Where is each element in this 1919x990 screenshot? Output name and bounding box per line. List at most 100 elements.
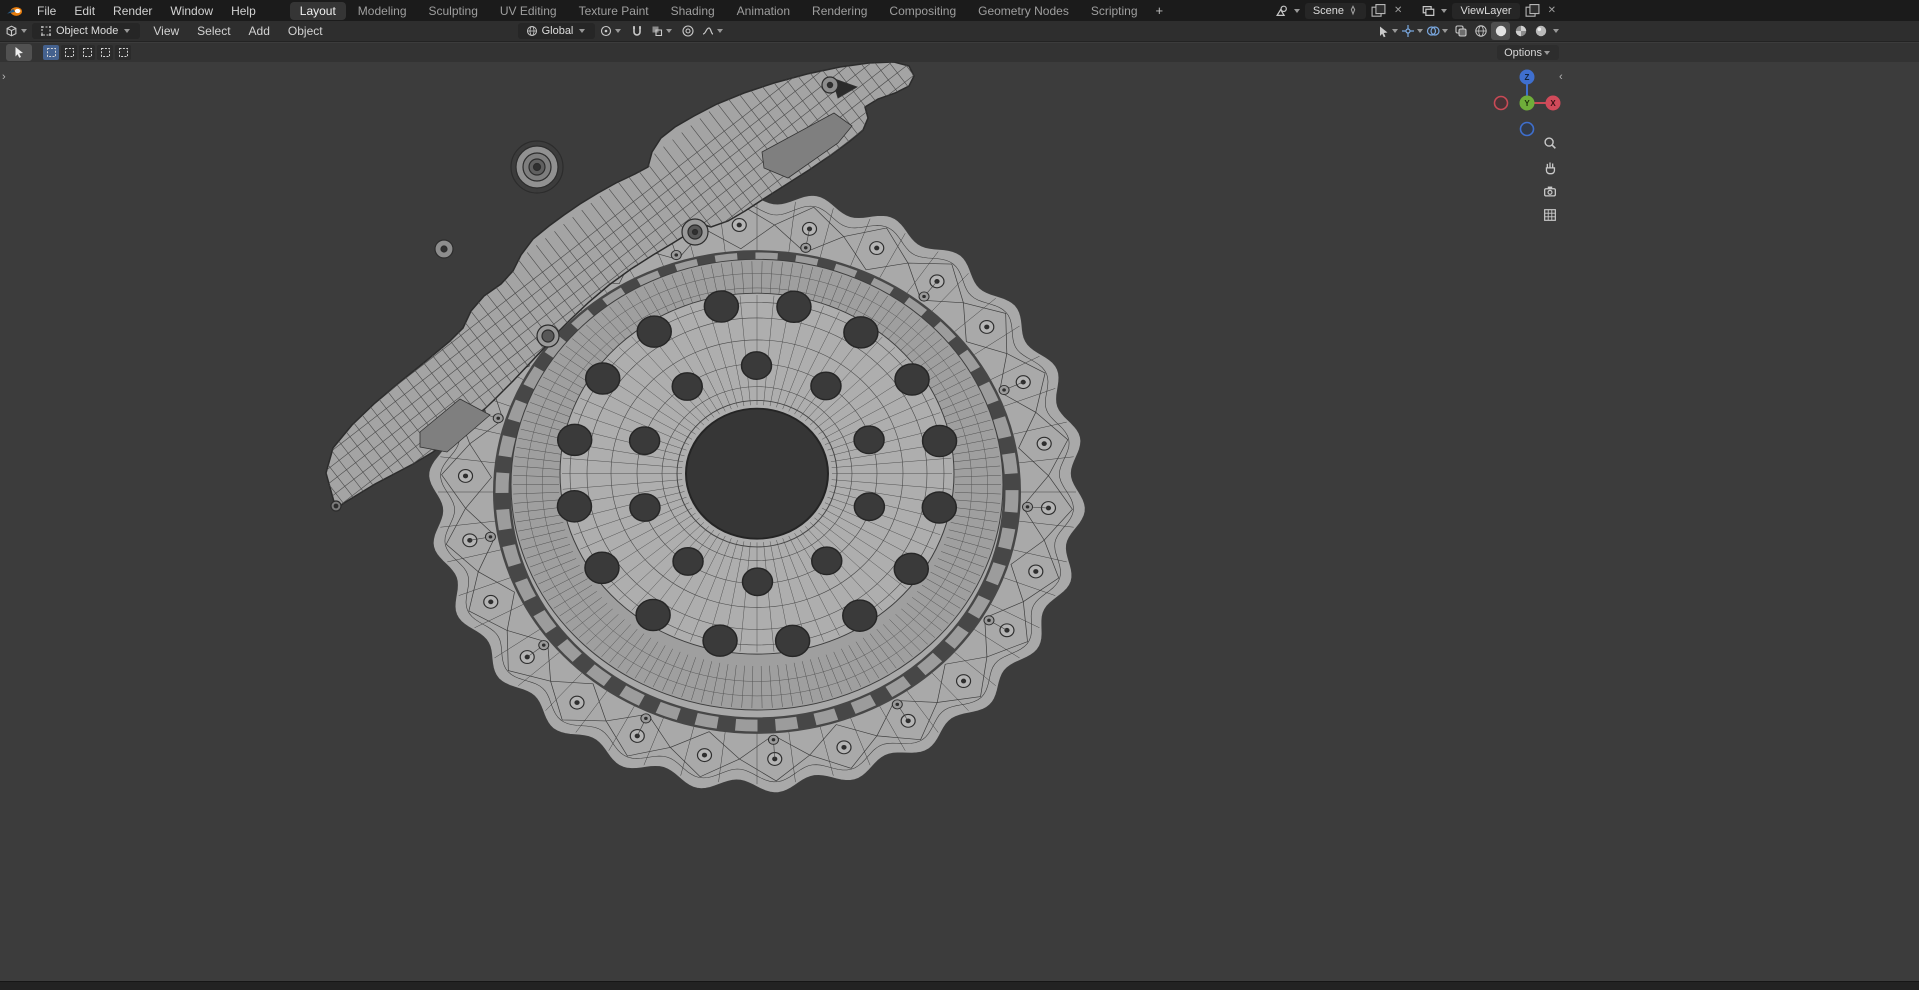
pin-icon[interactable] xyxy=(1348,5,1358,16)
pivot-point-icon xyxy=(599,24,613,38)
zoom-icon xyxy=(1542,135,1558,151)
tool-settings-bar: Options xyxy=(0,43,1919,62)
proportional-falloff-button[interactable] xyxy=(701,22,725,40)
solid-shading-icon xyxy=(1495,25,1506,37)
proportional-editing-toggle[interactable] xyxy=(678,22,697,40)
rendered-shading-icon xyxy=(1535,25,1546,37)
workspace-tab-sculpting[interactable]: Sculpting xyxy=(419,2,488,20)
orthographic-toggle-button[interactable] xyxy=(1538,204,1562,226)
gizmo-icon xyxy=(1401,24,1415,38)
menu-render[interactable]: Render xyxy=(104,1,161,21)
viewport-menu-add[interactable]: Add xyxy=(240,21,279,41)
select-mode-extend-button[interactable] xyxy=(61,45,77,60)
workspace-tab-geometry-nodes[interactable]: Geometry Nodes xyxy=(968,2,1079,20)
viewport-editor-icon xyxy=(4,24,19,38)
pivot-point-button[interactable] xyxy=(599,22,623,40)
select-box-icon xyxy=(64,47,75,58)
chevron-down-icon xyxy=(615,29,622,33)
snap-target-icon xyxy=(652,26,664,38)
viewlayer-icon[interactable] xyxy=(1421,4,1436,18)
chevron-down-icon xyxy=(579,29,586,33)
wireframe-shading-icon xyxy=(1474,24,1488,38)
workspace-tab-scripting[interactable]: Scripting xyxy=(1081,2,1148,20)
xray-icon xyxy=(1454,24,1468,38)
select-box-icon xyxy=(82,47,93,58)
viewlayer-name: ViewLayer xyxy=(1460,4,1512,17)
hand-icon xyxy=(1542,159,1558,175)
chevron-down-icon xyxy=(717,29,724,33)
status-bar xyxy=(0,981,1919,990)
shading-rendered-button[interactable] xyxy=(1531,22,1550,40)
xray-toggle[interactable] xyxy=(1451,22,1470,40)
select-mode-subtract-button[interactable] xyxy=(79,45,95,60)
menu-help[interactable]: Help xyxy=(222,1,265,21)
transform-orientation-selector[interactable]: Global xyxy=(517,23,596,39)
3d-viewport[interactable]: › ‹ Z X Y xyxy=(0,62,1919,981)
unlink-scene-button[interactable]: ✕ xyxy=(1391,5,1405,16)
snap-transform-cluster: Global xyxy=(517,22,726,40)
workspace-tab-layout[interactable]: Layout xyxy=(289,1,346,20)
scene-name: Scene xyxy=(1312,4,1345,17)
menu-window[interactable]: Window xyxy=(161,1,222,21)
chevron-down-icon xyxy=(1392,29,1398,33)
magnet-icon xyxy=(630,24,644,38)
chevron-down-icon[interactable] xyxy=(1293,8,1300,13)
pan-button[interactable] xyxy=(1538,156,1562,178)
new-scene-icon[interactable] xyxy=(1369,2,1388,20)
snap-toggle-button[interactable] xyxy=(627,22,646,40)
gizmo-axis-x-neg[interactable] xyxy=(1493,95,1509,111)
gizmo-x-label: X xyxy=(1550,99,1556,108)
orientation-globe-icon xyxy=(526,25,538,37)
workspace-tab-compositing[interactable]: Compositing xyxy=(879,2,966,20)
add-workspace-button[interactable]: + xyxy=(1149,3,1171,18)
chevron-down-icon xyxy=(1417,29,1423,33)
viewport-display-cluster xyxy=(1377,22,1561,40)
editor-type-button[interactable] xyxy=(4,22,29,40)
remove-viewlayer-button[interactable]: ✕ xyxy=(1545,5,1559,16)
zoom-button[interactable] xyxy=(1538,132,1562,154)
show-gizmo-toggle[interactable] xyxy=(1401,22,1425,40)
shading-wireframe-button[interactable] xyxy=(1471,22,1490,40)
orientation-label: Global xyxy=(541,25,574,37)
object-visibility-button[interactable] xyxy=(1377,22,1400,40)
blender-logo-icon[interactable] xyxy=(6,4,24,18)
workspace-tab-animation[interactable]: Animation xyxy=(727,2,800,20)
overlays-icon xyxy=(1426,24,1440,38)
falloff-curve-icon xyxy=(701,24,715,38)
workspace-tab-modeling[interactable]: Modeling xyxy=(348,2,417,20)
select-mode-invert-button[interactable] xyxy=(97,45,113,60)
gizmo-axis-z-neg[interactable] xyxy=(1519,121,1535,137)
mode-selector[interactable]: Object Mode xyxy=(32,23,141,39)
chevron-down-icon xyxy=(1544,50,1550,55)
workspace-tab-shading[interactable]: Shading xyxy=(661,2,725,20)
select-box-icon xyxy=(46,47,57,58)
workspace-tab-uv-editing[interactable]: UV Editing xyxy=(490,2,567,20)
viewport-menu-select[interactable]: Select xyxy=(188,21,239,41)
scene-name-field[interactable]: Scene xyxy=(1304,2,1367,19)
workspace-tab-texture-paint[interactable]: Texture Paint xyxy=(569,2,659,20)
snap-target-button[interactable] xyxy=(650,22,674,40)
active-tool-button[interactable] xyxy=(6,44,32,61)
shading-solid-button[interactable] xyxy=(1491,22,1510,40)
new-viewlayer-icon[interactable] xyxy=(1523,2,1542,20)
select-mode-new-button[interactable] xyxy=(43,45,59,60)
camera-view-button[interactable] xyxy=(1538,180,1562,202)
options-dropdown[interactable]: Options xyxy=(1497,45,1559,60)
viewport-menu-object[interactable]: Object xyxy=(279,21,332,41)
viewport-menu-view[interactable]: View xyxy=(144,21,188,41)
select-mode-intersect-button[interactable] xyxy=(115,45,131,60)
menu-file[interactable]: File xyxy=(28,1,65,21)
toolbar-expand-arrow[interactable]: › xyxy=(2,72,6,83)
shading-material-button[interactable] xyxy=(1511,22,1530,40)
workspace-tab-rendering[interactable]: Rendering xyxy=(802,2,877,20)
menu-edit[interactable]: Edit xyxy=(65,1,104,21)
chevron-down-icon[interactable] xyxy=(1441,8,1448,13)
viewport-header: Object Mode View Select Add Object Global xyxy=(0,21,1919,42)
show-overlays-toggle[interactable] xyxy=(1426,22,1450,40)
navigation-gizmo[interactable]: Z X Y xyxy=(1489,65,1565,141)
scene-browse-icon[interactable] xyxy=(1274,4,1289,18)
viewlayer-name-field[interactable]: ViewLayer xyxy=(1452,2,1520,19)
viewport-canvas[interactable] xyxy=(0,62,1919,981)
chevron-down-icon[interactable] xyxy=(1553,29,1559,33)
chevron-down-icon xyxy=(21,29,27,33)
